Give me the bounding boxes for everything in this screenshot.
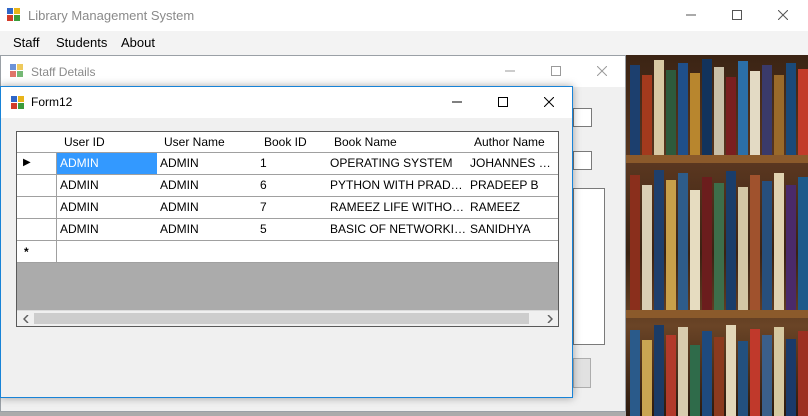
grid-cell[interactable]: ADMIN	[57, 175, 158, 197]
horizontal-scrollbar[interactable]	[17, 310, 558, 326]
form12-title: Form12	[31, 95, 73, 109]
close-icon	[544, 97, 554, 107]
row-header[interactable]	[17, 197, 57, 219]
staff-grid-edge	[573, 188, 605, 345]
app-icon	[11, 96, 25, 110]
grid-cell[interactable]: ADMIN	[157, 175, 258, 197]
staff-textbox-1[interactable]	[573, 108, 592, 127]
scrollbar-thumb[interactable]	[34, 313, 529, 324]
grid-cell[interactable]: 6	[257, 175, 328, 197]
staff-button[interactable]	[573, 358, 591, 388]
main-title-bar[interactable]: Library Management System	[0, 0, 808, 31]
grid-cell[interactable]: SANIDHYA	[467, 219, 558, 241]
grid-cell-new[interactable]	[157, 241, 258, 263]
column-header-user-id[interactable]: User ID	[57, 132, 158, 153]
grid-cell[interactable]: 5	[257, 219, 328, 241]
grid-cell[interactable]: ADMIN	[157, 219, 258, 241]
maximize-icon	[498, 97, 508, 107]
staff-details-title-bar[interactable]: Staff Details	[1, 56, 625, 87]
arrow-left-icon	[22, 315, 29, 323]
form12-minimize-button[interactable]	[434, 87, 480, 117]
grid-cell-new[interactable]	[57, 241, 158, 263]
form12-close-button[interactable]	[526, 87, 572, 117]
grid-cell[interactable]: PRADEEP B	[467, 175, 558, 197]
minimize-icon	[505, 70, 515, 72]
new-row-header[interactable]: *	[17, 241, 57, 263]
grid-cell[interactable]: ADMIN	[57, 197, 158, 219]
grid-cell[interactable]: OPERATING SYSTEM	[327, 153, 468, 175]
form12-title-bar[interactable]: Form12	[1, 87, 572, 118]
grid-cell[interactable]: ADMIN	[157, 197, 258, 219]
background-image	[626, 55, 808, 416]
minimize-icon	[686, 14, 696, 16]
grid-corner-header[interactable]	[17, 132, 58, 153]
main-maximize-button[interactable]	[714, 0, 760, 30]
main-close-button[interactable]	[760, 0, 806, 30]
grid-cell-new[interactable]	[257, 241, 328, 263]
grid-cell[interactable]: 7	[257, 197, 328, 219]
column-header-book-id[interactable]: Book ID	[257, 132, 328, 153]
grid-cell[interactable]: ADMIN	[57, 153, 158, 175]
new-row-marker-icon: *	[24, 245, 29, 259]
column-header-user-name[interactable]: User Name	[157, 132, 258, 153]
grid-cell-new[interactable]	[327, 241, 468, 263]
staff-details-title: Staff Details	[31, 65, 96, 79]
row-header[interactable]: ▶	[17, 153, 57, 175]
grid-cell[interactable]: RAMEEZ	[467, 197, 558, 219]
grid-cell-new[interactable]	[467, 241, 558, 263]
staff-close-button[interactable]	[579, 56, 625, 86]
main-minimize-button[interactable]	[668, 0, 714, 30]
grid-cell[interactable]: ADMIN	[57, 219, 158, 241]
arrow-right-icon	[546, 315, 553, 323]
grid-cell[interactable]: BASIC OF NETWORKING	[327, 219, 468, 241]
row-header[interactable]	[17, 219, 57, 241]
menu-bar: Staff Students About	[0, 31, 808, 55]
column-header-book-name[interactable]: Book Name	[327, 132, 468, 153]
menu-item-about[interactable]: About	[121, 35, 155, 50]
maximize-icon	[551, 66, 561, 76]
app-icon	[7, 8, 21, 22]
minimize-icon	[452, 101, 462, 103]
close-icon	[597, 66, 607, 76]
staff-textbox-2[interactable]	[573, 151, 592, 170]
maximize-icon	[732, 10, 742, 20]
menu-item-students[interactable]: Students	[56, 35, 107, 50]
current-row-indicator-icon: ▶	[23, 157, 31, 168]
staff-maximize-button[interactable]	[533, 56, 579, 86]
form12-window: Form12 User ID User Name Book ID Book Na…	[0, 86, 573, 398]
close-icon	[778, 10, 788, 20]
scroll-left-button[interactable]	[17, 311, 34, 326]
grid-cell[interactable]: 1	[257, 153, 328, 175]
grid-cell[interactable]: PYTHON WITH PRADEEP	[327, 175, 468, 197]
grid-cell[interactable]: ADMIN	[157, 153, 258, 175]
main-window-title: Library Management System	[28, 8, 195, 23]
form12-maximize-button[interactable]	[480, 87, 526, 117]
column-header-author-name[interactable]: Author Name	[467, 132, 558, 153]
grid-cell[interactable]: RAMEEZ LIFE WITHOU...	[327, 197, 468, 219]
data-grid[interactable]: User ID User Name Book ID Book Name Auth…	[16, 131, 559, 327]
staff-minimize-button[interactable]	[487, 56, 533, 86]
scroll-right-button[interactable]	[541, 311, 558, 326]
row-header[interactable]	[17, 175, 57, 197]
menu-item-staff[interactable]: Staff	[13, 35, 40, 50]
app-icon	[10, 64, 24, 78]
grid-cell[interactable]: JOHANNES CLA...	[467, 153, 558, 175]
